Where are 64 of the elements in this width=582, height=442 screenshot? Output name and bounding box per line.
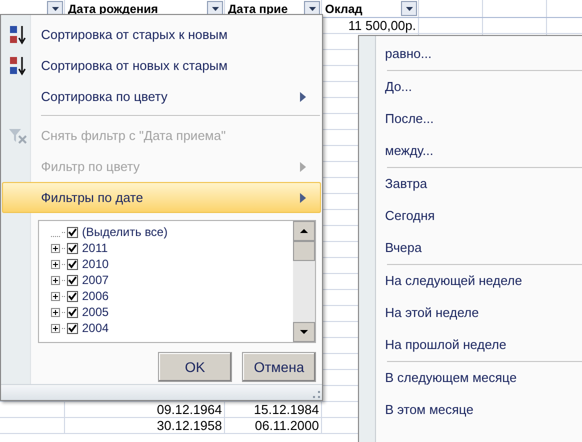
submenu-arrow-icon xyxy=(300,162,306,172)
caret-icon xyxy=(52,6,58,10)
dialog-button[interactable]: Отмена xyxy=(242,352,316,382)
expand-icon[interactable] xyxy=(51,260,60,268)
checkbox[interactable] xyxy=(67,274,78,286)
checkbox[interactable] xyxy=(67,306,78,318)
list-item-label: 2011 xyxy=(82,241,108,255)
menu-item[interactable]: На этой неделе xyxy=(385,297,582,329)
table-cell-text: 30.12.1958 xyxy=(156,418,223,433)
table-cell-text: 09.12.1964 xyxy=(156,402,223,417)
checkbox[interactable] xyxy=(67,290,78,302)
clear-filter-icon xyxy=(8,126,28,144)
list-item-label: 2005 xyxy=(82,305,109,319)
menu-item[interactable]: В следующем месяце xyxy=(385,362,582,394)
down-arrow-icon xyxy=(300,330,308,334)
filter-dropdown-button[interactable] xyxy=(401,1,417,16)
table-cell-text: 06.11.2000 xyxy=(254,418,320,433)
caret-icon xyxy=(308,6,316,10)
scroll-thumb[interactable] xyxy=(293,241,315,261)
scroll-up-button[interactable] xyxy=(293,221,315,241)
caret-icon xyxy=(406,6,412,10)
menu-item[interactable]: между... xyxy=(385,135,582,167)
list-item-label: 2007 xyxy=(82,273,109,287)
caret-icon xyxy=(212,6,218,10)
menu-item[interactable]: Сортировка от новых к старым xyxy=(2,50,321,81)
scroll-down-button[interactable] xyxy=(293,322,315,342)
submenu-arrow-icon xyxy=(300,192,306,202)
menu-item[interactable]: Фильтры по дате xyxy=(2,182,321,213)
menu-item[interactable]: На следующей неделе xyxy=(385,265,582,297)
menu-item[interactable]: После... xyxy=(385,103,582,135)
menu-item[interactable]: Сегодня xyxy=(385,200,582,232)
column-header: Дата рождения xyxy=(67,2,158,16)
checkbox[interactable] xyxy=(67,242,78,254)
expand-icon[interactable] xyxy=(51,292,60,300)
menu-item[interactable]: равно... xyxy=(385,38,582,70)
table-cell-text: 15.12.1984 xyxy=(252,402,320,417)
expand-icon[interactable] xyxy=(51,308,60,316)
list-item-label: 2004 xyxy=(82,321,109,335)
column-header: Дата прие xyxy=(227,2,288,16)
submenu-arrow-icon xyxy=(300,92,306,102)
up-arrow-icon xyxy=(300,229,308,233)
expand-icon[interactable] xyxy=(51,244,60,252)
checkbox[interactable] xyxy=(67,322,78,334)
menu-item[interactable]: На прошлой неделе xyxy=(385,329,582,361)
scrollbar[interactable] xyxy=(293,221,315,342)
menu-item[interactable]: До... xyxy=(385,71,582,103)
menu-item[interactable]: Сортировка по цвету xyxy=(2,81,321,112)
menu-item[interactable]: Сортировка от старых к новым xyxy=(2,19,321,50)
expand-icon[interactable] xyxy=(51,276,60,284)
menu-item[interactable]: В этом месяце xyxy=(385,394,582,426)
sort-icon xyxy=(9,56,27,76)
sort-icon xyxy=(9,24,27,44)
table-cell-text: 11 500,00р. xyxy=(347,18,417,33)
menu-item[interactable]: Вчера xyxy=(385,232,582,264)
expand-icon[interactable] xyxy=(51,324,60,332)
menu-item[interactable]: Завтра xyxy=(385,168,582,200)
resize-grip-icon[interactable] xyxy=(313,391,320,398)
checkbox[interactable] xyxy=(67,258,78,270)
list-item-label: 2010 xyxy=(82,257,109,271)
dialog-button[interactable]: OK xyxy=(158,352,232,382)
list-item-label: (Выделить все) xyxy=(82,225,168,239)
column-header: Оклад xyxy=(324,2,362,16)
list-item-label: 2006 xyxy=(82,289,109,303)
checkbox[interactable] xyxy=(67,226,78,238)
